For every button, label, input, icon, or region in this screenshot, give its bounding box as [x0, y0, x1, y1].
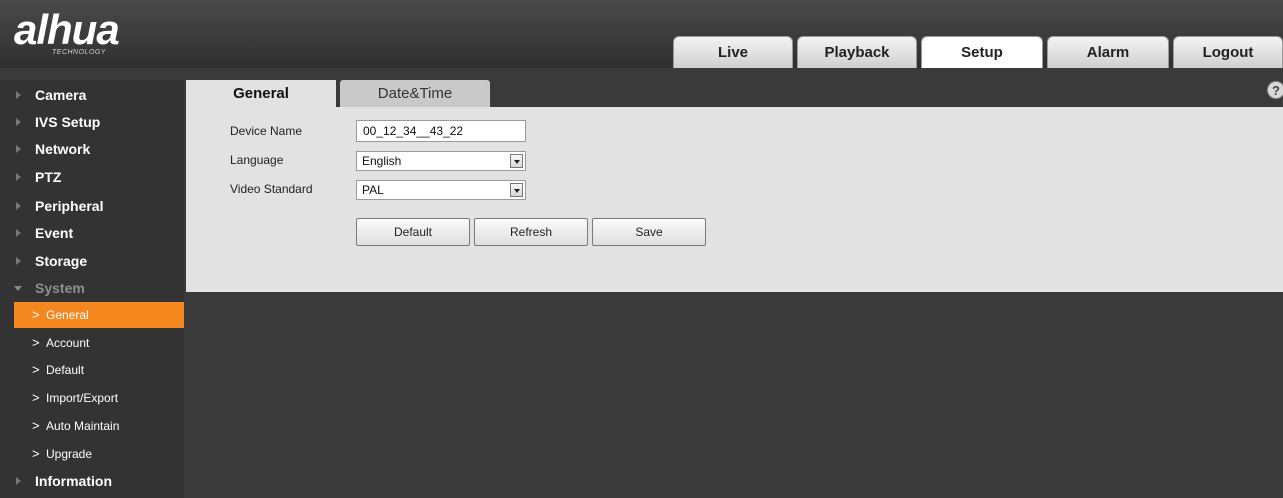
video-standard-selected-value: PAL [362, 183, 384, 197]
language-label: Language [230, 153, 284, 167]
sidebar-item-ivs-setup[interactable]: IVS Setup [0, 109, 184, 136]
language-select[interactable]: English [356, 151, 526, 171]
sidebar-item-camera[interactable]: Camera [0, 82, 184, 109]
collapsed-arrow-icon [16, 202, 21, 210]
tab-general[interactable]: General [186, 80, 336, 107]
collapsed-arrow-icon [16, 257, 21, 265]
sidebar-item-label: Event [35, 225, 74, 241]
language-selected-value: English [362, 154, 402, 168]
dropdown-arrow-icon[interactable] [510, 154, 523, 168]
sidebar-item-information[interactable]: Information [0, 468, 184, 495]
chevron-right-icon: > [32, 362, 40, 377]
tab-alarm[interactable]: Alarm [1047, 36, 1169, 68]
collapsed-arrow-icon [16, 118, 21, 126]
sidebar-item-label: Peripheral [35, 198, 104, 214]
tab-live[interactable]: Live [673, 36, 793, 68]
collapsed-arrow-icon [16, 145, 21, 153]
device-name-input[interactable] [356, 120, 526, 142]
logo-subtitle: TECHNOLOGY [52, 49, 107, 56]
sidebar-item-network[interactable]: Network [0, 136, 184, 163]
sidebar-subitem-upgrade[interactable]: > Upgrade [14, 441, 184, 467]
content-tabs: General Date&Time ? [186, 80, 1283, 107]
chevron-right-icon: > [32, 307, 40, 322]
video-standard-select[interactable]: PAL [356, 180, 526, 200]
tab-setup[interactable]: Setup [921, 36, 1043, 68]
sidebar: Camera IVS Setup Network PTZ Peripheral … [0, 80, 184, 498]
chevron-right-icon: > [32, 335, 40, 350]
empty-content-area [186, 292, 1283, 498]
sidebar-subitem-label: Import/Export [46, 391, 119, 405]
sidebar-item-system[interactable]: System [0, 275, 184, 302]
sidebar-subitem-auto-maintain[interactable]: > Auto Maintain [14, 413, 184, 439]
sidebar-item-event[interactable]: Event [0, 220, 184, 247]
dropdown-arrow-icon[interactable] [510, 183, 523, 197]
tab-date-time[interactable]: Date&Time [340, 80, 490, 107]
collapsed-arrow-icon [16, 477, 21, 485]
sidebar-item-ptz[interactable]: PTZ [0, 164, 184, 191]
sidebar-subitem-label: Auto Maintain [46, 419, 120, 433]
sidebar-subitem-label: Default [46, 363, 85, 377]
sidebar-item-label: Information [35, 473, 112, 489]
sidebar-subitem-label: Account [46, 336, 90, 350]
default-button[interactable]: Default [356, 218, 470, 246]
settings-panel: General Date&Time ? Device Name Language… [186, 80, 1283, 292]
sidebar-item-label: System [35, 280, 85, 296]
logo-text: alhua [14, 6, 120, 53]
sidebar-item-label: PTZ [35, 169, 62, 185]
help-icon[interactable]: ? [1267, 81, 1283, 99]
device-name-label: Device Name [230, 124, 303, 138]
video-standard-label: Video Standard [230, 182, 313, 196]
collapsed-arrow-icon [16, 229, 21, 237]
sidebar-subitem-label: Upgrade [46, 447, 93, 461]
sidebar-item-label: Storage [35, 253, 88, 269]
chevron-right-icon: > [32, 446, 40, 461]
sidebar-item-storage[interactable]: Storage [0, 248, 184, 275]
chevron-right-icon: > [32, 418, 40, 433]
sidebar-subitem-account[interactable]: > Account [14, 330, 184, 356]
tab-logout[interactable]: Logout [1173, 36, 1283, 68]
chevron-right-icon: > [32, 390, 40, 405]
sidebar-subitem-general[interactable]: > General [14, 302, 184, 328]
refresh-button[interactable]: Refresh [474, 218, 588, 246]
tab-playback[interactable]: Playback [797, 36, 917, 68]
sidebar-subitem-label: General [46, 308, 89, 322]
sidebar-item-peripheral[interactable]: Peripheral [0, 193, 184, 220]
collapsed-arrow-icon [16, 173, 21, 181]
collapsed-arrow-icon [16, 91, 21, 99]
expanded-arrow-icon [14, 286, 22, 291]
sidebar-item-label: Camera [35, 87, 87, 103]
sidebar-item-label: Network [35, 141, 91, 157]
header-bar: alhua TECHNOLOGY Live Playback Setup Ala… [0, 0, 1283, 68]
save-button[interactable]: Save [592, 218, 706, 246]
sidebar-subitem-default[interactable]: > Default [14, 357, 184, 383]
sidebar-item-label: IVS Setup [35, 114, 101, 130]
brand-logo: alhua [14, 6, 120, 53]
sidebar-subitem-import-export[interactable]: > Import/Export [14, 385, 184, 411]
